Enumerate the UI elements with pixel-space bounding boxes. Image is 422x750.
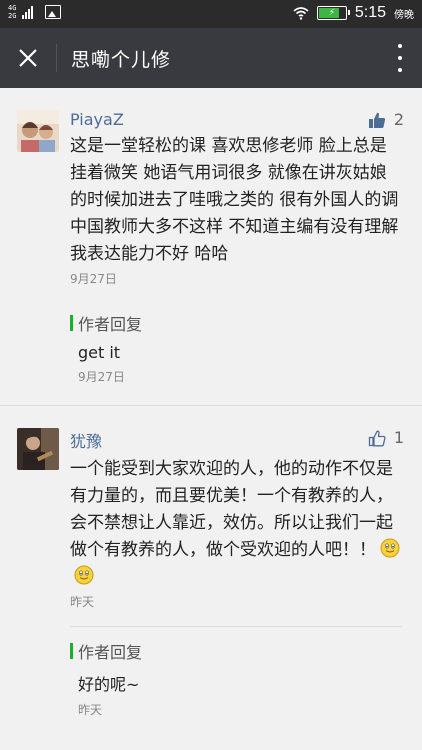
- reply-text: get it: [78, 343, 121, 362]
- reply-accent-bar: [70, 315, 73, 331]
- reply-label: 作者回复: [78, 315, 143, 334]
- thumbs-up-icon: [368, 112, 385, 128]
- battery-icon: ⚡: [316, 6, 350, 20]
- page-title: 思嘞个儿修: [71, 48, 172, 71]
- more-dot-icon: [398, 56, 402, 60]
- reply-accent-bar: [70, 643, 73, 659]
- reply-label: 作者回复: [78, 643, 143, 662]
- reply-header: 作者回复: [70, 639, 402, 663]
- comment-item: 犹豫 1 一个能受到大家欢迎的人，他的动作不仅是有力量的，而且要优美！一个有教养…: [0, 406, 422, 610]
- author-reply: 作者回复 好的呢~ 昨天: [70, 639, 402, 718]
- comment-author[interactable]: PiayaZ: [70, 110, 402, 129]
- like-count: 2: [393, 110, 404, 129]
- thumbs-up-outline-icon: [368, 430, 386, 446]
- like-button[interactable]: 1: [368, 428, 404, 447]
- smile-emoji-icon: [380, 538, 400, 558]
- like-button[interactable]: 2: [368, 110, 404, 129]
- close-button[interactable]: [0, 28, 56, 88]
- comment-date: 9月27日: [70, 272, 117, 286]
- status-right: ⚡ 5:15 傍晚: [293, 4, 414, 22]
- smile-emoji-icon: [74, 565, 94, 585]
- title-divider: [56, 44, 57, 72]
- network-indicator: 4G 2G: [8, 4, 16, 20]
- comment-text-content: 一个能受到大家欢迎的人，他的动作不仅是有力量的，而且要优美！一个有教养的人，会不…: [70, 459, 393, 560]
- more-dot-icon: [398, 68, 402, 72]
- network-2g-label: 2G: [8, 12, 17, 20]
- close-icon: [19, 49, 37, 67]
- reply-date: 昨天: [78, 703, 103, 717]
- signal-icon: [22, 5, 34, 19]
- image-notification-icon: [45, 5, 62, 19]
- reply-text: 好的呢~: [78, 675, 140, 694]
- avatar[interactable]: [17, 110, 59, 152]
- wifi-icon: [293, 7, 309, 20]
- more-menu-button[interactable]: [392, 44, 408, 72]
- clock: 5:15: [354, 4, 386, 21]
- network-4g-label: 4G: [8, 4, 17, 12]
- status-left: 4G 2G: [8, 4, 62, 20]
- comment-separator: [70, 626, 402, 627]
- more-dot-icon: [398, 44, 402, 48]
- reply-header: 作者回复: [70, 311, 402, 335]
- comments-list: PiayaZ 2 这是一堂轻松的课 喜欢思修老师 脸上总是挂着微笑 她语气用词很…: [0, 88, 422, 750]
- like-count: 1: [393, 428, 404, 447]
- title-bar: 思嘞个儿修: [0, 28, 422, 88]
- comment-item: PiayaZ 2 这是一堂轻松的课 喜欢思修老师 脸上总是挂着微笑 她语气用词很…: [0, 88, 422, 287]
- reply-date: 9月27日: [78, 370, 125, 384]
- author-reply: 作者回复 get it 9月27日: [70, 311, 402, 385]
- comment-text: 这是一堂轻松的课 喜欢思修老师 脸上总是挂着微笑 她语气用词很多 就像在讲灰姑娘…: [70, 136, 399, 264]
- comment-author[interactable]: 犹豫: [70, 428, 402, 452]
- time-period: 傍晚: [394, 9, 414, 21]
- comment-text: 一个能受到大家欢迎的人，他的动作不仅是有力量的，而且要优美！一个有教养的人，会不…: [70, 456, 402, 591]
- avatar[interactable]: [17, 428, 59, 470]
- comment-date: 昨天: [70, 595, 95, 609]
- status-bar: 4G 2G ⚡ 5:15 傍晚: [0, 0, 422, 28]
